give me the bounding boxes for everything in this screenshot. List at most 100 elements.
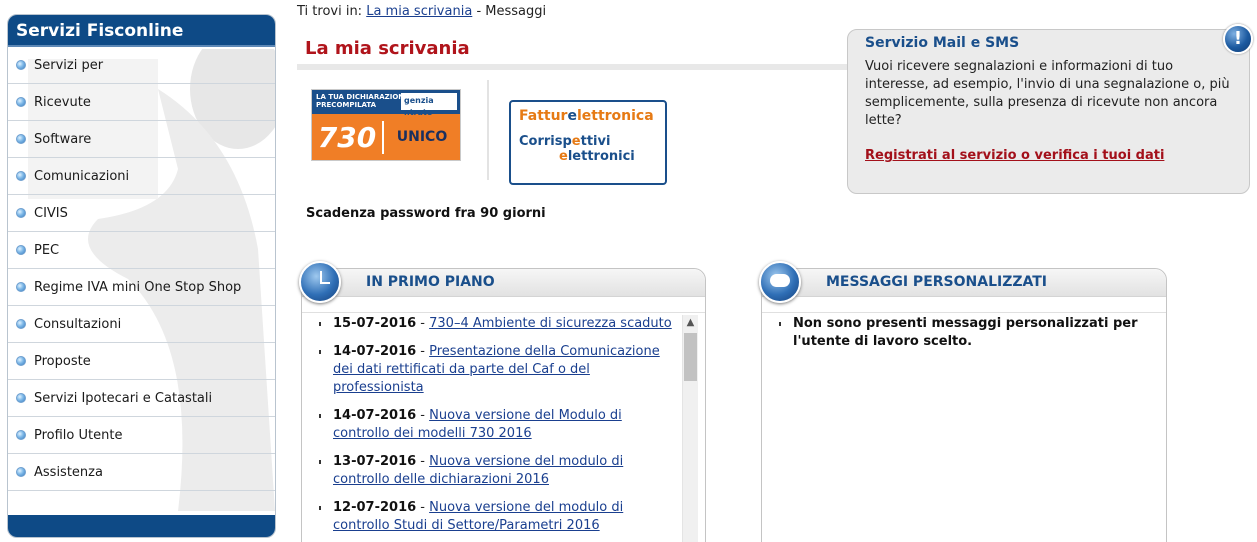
logo-text: lettronici: [567, 149, 635, 164]
page-title-bar: La mia scrivania: [297, 38, 857, 70]
panel-title: IN PRIMO PIANO: [366, 274, 495, 290]
sidebar-item-servizi-ipotecari[interactable]: Servizi Ipotecari e Catastali: [8, 380, 275, 417]
sidebar-item-comunicazioni[interactable]: Comunicazioni: [8, 158, 275, 195]
sidebar-item-regime-iva[interactable]: Regime IVA mini One Stop Shop: [8, 269, 275, 306]
scroll-up-arrow-icon[interactable]: ▲: [683, 315, 698, 331]
messaggi-panel: MESSAGGI PERSONALIZZATI Non sono present…: [759, 261, 1167, 542]
news-item: 14-07-2016 - Presentazione della Comunic…: [302, 343, 682, 397]
logo730-body: 730 UNICO: [312, 114, 460, 160]
breadcrumb-separator: -: [476, 4, 482, 19]
register-service-link[interactable]: Registrati al servizio o verifica i tuoi…: [865, 148, 1232, 163]
sidebar-item-civis[interactable]: CIVIS: [8, 195, 275, 232]
news-link[interactable]: 730–4 Ambiente di sicurezza scaduto: [429, 316, 672, 331]
breadcrumb-prefix: Ti trovi in:: [297, 4, 363, 19]
sidebar-item-consultazioni[interactable]: Consultazioni: [8, 306, 275, 343]
logo-text: lettronica: [576, 108, 654, 124]
sidebar-item-label: Regime IVA mini One Stop Shop: [34, 279, 242, 295]
speech-bubble-shape: [770, 274, 790, 287]
logo-e-letter: e: [567, 108, 577, 124]
sidebar-item-label: Servizi Ipotecari e Catastali: [34, 390, 213, 406]
fattura-elettronica-link[interactable]: Fatturelettronica Corrispettivi elettron…: [509, 100, 667, 185]
breadcrumb-link-scrivania[interactable]: La mia scrivania: [366, 4, 472, 19]
sidebar-item-label: Profilo Utente: [34, 427, 123, 443]
bullet-icon: [16, 60, 26, 70]
sidebar-item-ricevute[interactable]: Ricevute: [8, 84, 275, 121]
sidebar-menu: Servizi per Ricevute Software Comunicazi…: [8, 47, 275, 491]
bullet-icon: [16, 393, 26, 403]
sidebar-item-profilo-utente[interactable]: Profilo Utente: [8, 417, 275, 454]
news-item: 14-07-2016 - Nuova versione del Modulo d…: [302, 407, 682, 443]
news-date: 12-07-2016: [333, 500, 417, 515]
sidebar-item-label: Consultazioni: [34, 316, 122, 332]
corrispettivi-logo: Corrispettivi elettronici: [519, 134, 657, 164]
exclamation-icon: !: [1223, 24, 1253, 54]
clock-icon: [299, 261, 341, 303]
news-date: 15-07-2016: [333, 316, 417, 331]
logo-e-letter: e: [571, 134, 581, 149]
message-item: Non sono presenti messaggi personalizzat…: [762, 315, 1157, 351]
panel-divider: [302, 297, 705, 313]
page-title: La mia scrivania: [305, 38, 470, 59]
bullet-icon: [16, 134, 26, 144]
logo-divider: [487, 80, 489, 180]
news-separator: -: [416, 316, 430, 331]
panel-divider: [762, 297, 1166, 313]
sidebar-item-label: Ricevute: [34, 94, 91, 110]
logo-unico: UNICO: [396, 129, 448, 145]
sidebar: Servizi Fisconline Servizi per Ricevute …: [7, 14, 276, 538]
bullet-icon: [16, 282, 26, 292]
news-item: 15-07-2016 - 730–4 Ambiente di sicurezza…: [302, 315, 682, 333]
news-separator: -: [416, 344, 430, 359]
fattura-elettronica-logo: Fatturelettronica: [519, 108, 657, 124]
speech-bubble-icon: [759, 261, 801, 303]
bullet-icon: [16, 356, 26, 366]
dichiarazione-precompilata-link[interactable]: LA TUA DICHIARAZIONE PRECOMPILATA genzia…: [311, 89, 461, 161]
bullet-icon: [16, 245, 26, 255]
agenzia-entrate-logo: genzia ntrate: [401, 93, 457, 117]
sidebar-item-label: Software: [34, 131, 92, 147]
sidebar-item-pec[interactable]: PEC: [8, 232, 275, 269]
bullet-icon: [16, 430, 26, 440]
password-expiry-notice: Scadenza password fra 90 giorni: [306, 206, 546, 221]
panel-header: MESSAGGI PERSONALIZZATI: [759, 261, 1166, 303]
news-date: 14-07-2016: [333, 408, 417, 423]
mail-sms-box: ! Servizio Mail e SMS Vuoi ricevere segn…: [847, 24, 1253, 194]
news-scrollbar[interactable]: ▲: [682, 315, 698, 542]
logo-text: genzia: [404, 96, 434, 105]
sidebar-title: Servizi Fisconline: [8, 15, 275, 47]
bullet-icon: [16, 467, 26, 477]
sidebar-item-software[interactable]: Software: [8, 121, 275, 158]
breadcrumb-current: Messaggi: [485, 4, 547, 19]
sidebar-item-servizi-per[interactable]: Servizi per: [8, 47, 275, 84]
news-separator: -: [416, 454, 430, 469]
sidebar-footer: [8, 515, 275, 537]
news-separator: -: [416, 500, 430, 515]
sidebar-item-label: PEC: [34, 242, 60, 258]
logo-text: Corrisp: [519, 134, 572, 149]
bullet-icon: [16, 171, 26, 181]
scrollbar-thumb[interactable]: [684, 333, 697, 381]
panel-title: MESSAGGI PERSONALIZZATI: [826, 274, 1048, 290]
sidebar-item-label: Assistenza: [34, 464, 103, 480]
logo730-header: LA TUA DICHIARAZIONE PRECOMPILATA genzia…: [312, 90, 460, 117]
news-separator: -: [416, 408, 430, 423]
logo-text: ttivi: [580, 134, 611, 149]
logo-e-letter: e: [559, 149, 568, 164]
logo-text: ntrate: [404, 108, 433, 117]
messages-list: Non sono presenti messaggi personalizzat…: [762, 315, 1157, 351]
sidebar-item-proposte[interactable]: Proposte: [8, 343, 275, 380]
bullet-icon: [16, 319, 26, 329]
primo-piano-panel: IN PRIMO PIANO 15-07-2016 - 730–4 Ambien…: [299, 261, 706, 542]
bullet-icon: [16, 208, 26, 218]
logo-text: Fattur: [519, 108, 568, 124]
sidebar-item-label: Comunicazioni: [34, 168, 130, 184]
panel-header: IN PRIMO PIANO: [299, 261, 705, 303]
bullet-icon: [16, 97, 26, 107]
breadcrumb: Ti trovi in: La mia scrivania - Messaggi: [297, 4, 546, 19]
mail-sms-text: Vuoi ricevere segnalazioni e informazion…: [865, 59, 1230, 128]
logo-730: 730: [312, 120, 384, 154]
news-item: 13-07-2016 - Nuova versione del modulo d…: [302, 453, 682, 489]
sidebar-item-assistenza[interactable]: Assistenza: [8, 454, 275, 491]
sidebar-item-label: Servizi per: [34, 57, 104, 73]
sidebar-item-label: Proposte: [34, 353, 91, 369]
